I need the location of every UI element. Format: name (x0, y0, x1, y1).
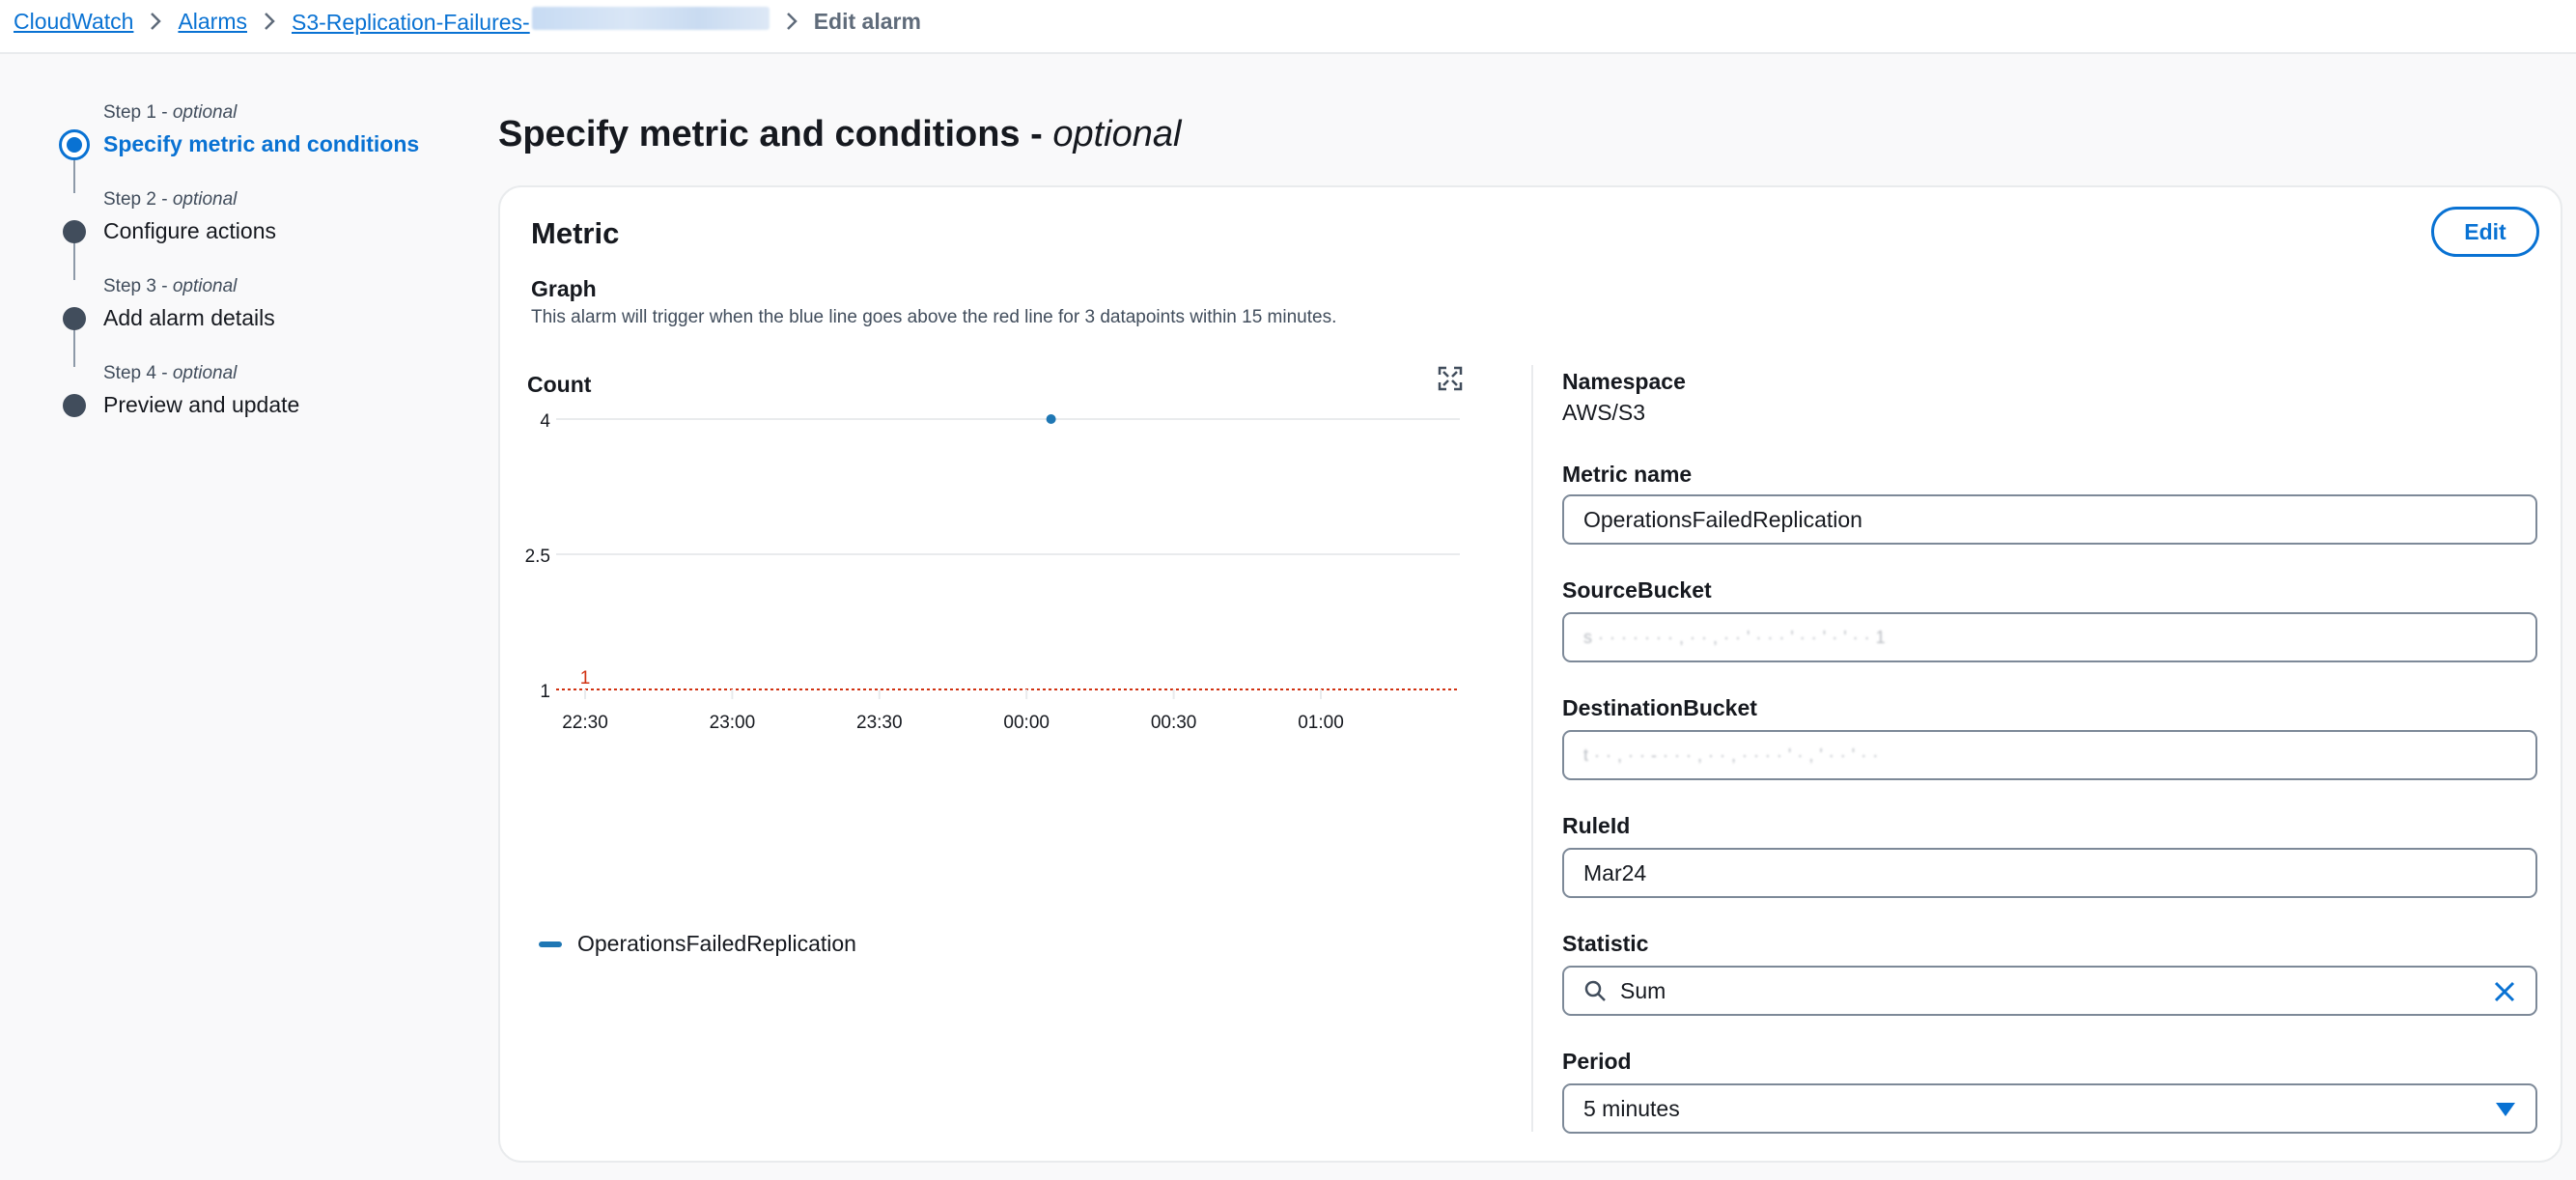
rule-id-value: Mar24 (1583, 859, 1647, 885)
step-4-sub: Step 4 - optional (103, 363, 238, 383)
period-value: 5 minutes (1583, 1095, 1680, 1121)
vertical-divider (1531, 365, 1533, 1132)
chart-canvas: Count 4 2.5 1 1 22:30 23:00 23:30 00:00 00:30 01:0… (525, 372, 1460, 733)
legend-swatch (539, 941, 562, 947)
step-3-sub: Step 3 - optional (103, 276, 238, 296)
metric-chart: Count 4 2.5 1 1 22:30 23:00 23:30 00:00 00:30 01:0… (500, 357, 1524, 1014)
source-bucket-label: SourceBucket (1562, 577, 1712, 603)
destination-bucket-field[interactable]: t··,··-···,··,····'·,'··'·· (1562, 730, 2537, 780)
metric-card: Metric Edit Graph This alarm will trigge… (498, 185, 2562, 1163)
step-1-title[interactable]: Specify metric and conditions (103, 131, 419, 157)
chevron-right-icon (133, 11, 178, 32)
x-tick-label: 01:00 (1298, 713, 1344, 733)
step-2-sub: Step 2 - optional (103, 189, 238, 210)
chart-legend[interactable]: OperationsFailedReplication (539, 931, 856, 957)
search-icon (1584, 980, 1606, 1001)
rule-id-field[interactable]: Mar24 (1562, 848, 2537, 898)
breadcrumb: CloudWatch Alarms S3-Replication-Failure… (14, 0, 921, 42)
x-tick-label: 22:30 (562, 713, 608, 733)
step-4-title[interactable]: Preview and update (103, 392, 299, 418)
namespace-label: Namespace (1562, 369, 1686, 394)
breadcrumb-alarm-name[interactable]: S3-Replication-Failures- (292, 7, 770, 36)
step-1-sub: Step 1 - optional (103, 102, 238, 123)
chevron-right-icon (770, 11, 814, 32)
period-select[interactable]: 5 minutes (1562, 1083, 2537, 1134)
period-label: Period (1562, 1049, 1632, 1074)
source-bucket-field[interactable]: s·······,··,··'···'··'·'··1 (1562, 612, 2537, 662)
statistic-label: Statistic (1562, 931, 1649, 956)
step-dot-icon (63, 220, 86, 243)
rule-id-label: RuleId (1562, 813, 1631, 838)
x-tick-label: 23:00 (710, 713, 756, 733)
chevron-right-icon (247, 11, 292, 32)
y-axis-label: Count (527, 372, 592, 397)
step-current-icon (59, 129, 90, 160)
step-2-title[interactable]: Configure actions (103, 218, 276, 244)
expand-icon[interactable] (1437, 365, 1464, 392)
step-3-title[interactable]: Add alarm details (103, 305, 275, 331)
namespace-value: AWS/S3 (1562, 400, 1646, 425)
top-bar: CloudWatch Alarms S3-Replication-Failure… (0, 0, 2576, 54)
x-tick-label: 23:30 (856, 713, 903, 733)
graph-description: This alarm will trigger when the blue li… (531, 307, 1337, 327)
breadcrumb-cloudwatch[interactable]: CloudWatch (14, 9, 133, 35)
statistic-value: Sum (1620, 977, 1666, 1003)
breadcrumb-alarm-name-text: S3-Replication-Failures- (292, 10, 530, 35)
step-dot-icon (63, 307, 86, 330)
graph-title: Graph (531, 276, 597, 301)
page-title: Specify metric and conditions - optional (498, 114, 1182, 155)
legend-label: OperationsFailedReplication (577, 931, 856, 956)
source-bucket-value: s·······,··,··'···'··'·'··1 (1583, 627, 1891, 647)
caret-down-icon (2496, 1103, 2515, 1116)
destination-bucket-value: t··,··-···,··,····'·,'··'·· (1583, 745, 1885, 765)
metric-name-label: Metric name (1562, 462, 1693, 487)
y-tick-label: 4 (540, 411, 550, 432)
x-tick-label: 00:30 (1151, 713, 1197, 733)
breadcrumb-alarms[interactable]: Alarms (178, 9, 247, 35)
metric-card-title: Metric (531, 216, 620, 250)
threshold-label: 1 (580, 668, 591, 688)
y-tick-label: 1 (540, 682, 550, 702)
data-point (1046, 414, 1056, 424)
breadcrumb-current: Edit alarm (813, 8, 921, 34)
statistic-field[interactable]: Sum (1562, 966, 2537, 1016)
edit-metric-button[interactable]: Edit (2431, 207, 2539, 257)
x-tick-label: 00:00 (1003, 713, 1050, 733)
close-icon[interactable] (2493, 980, 2516, 1003)
y-tick-label: 2.5 (525, 547, 550, 567)
redacted-alarm-suffix (531, 7, 770, 30)
destination-bucket-label: DestinationBucket (1562, 695, 1757, 720)
metric-name-field[interactable]: OperationsFailedReplication (1562, 494, 2537, 545)
step-dot-icon (63, 394, 86, 417)
metric-name-value: OperationsFailedReplication (1583, 506, 1862, 532)
